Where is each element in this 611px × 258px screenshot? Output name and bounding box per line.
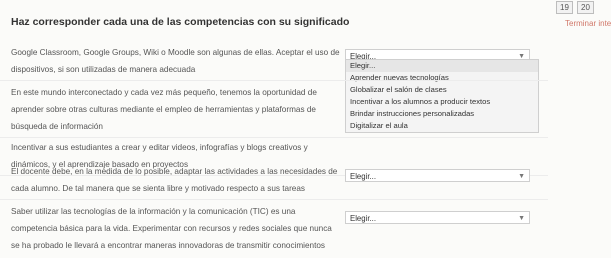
row-1-text-line-1: Google Classroom, Google Groups, Wiki o … xyxy=(11,48,340,57)
row-5-select[interactable]: Elegir... ▼ xyxy=(345,211,530,224)
row-1-text-line-2: dispositivos, si son utilizadas de maner… xyxy=(11,65,196,74)
page-number-20[interactable]: 20 xyxy=(577,1,594,14)
row-5-text-line-1: Saber utilizar las tecnologías de la inf… xyxy=(11,207,296,216)
finish-attempt-link[interactable]: Terminar intent xyxy=(565,19,611,28)
row-divider xyxy=(0,137,548,138)
page-number-19[interactable]: 19 xyxy=(556,1,573,14)
dropdown-option-6[interactable]: Digitalizar el aula xyxy=(346,120,538,132)
row-5-text-line-2: competencia básica para la vida. Experim… xyxy=(11,224,332,233)
row-3-text-line-1: Incentivar a sus estudiantes a crear y e… xyxy=(11,143,308,152)
question-title: Haz corresponder cada una de las compete… xyxy=(11,16,350,28)
match-row-2: En este mundo interconectado y cada vez … xyxy=(11,84,351,135)
row-1-select-dropdown: Elegir... Aprender nuevas tecnologías Gl… xyxy=(345,59,539,133)
match-row-1: Google Classroom, Google Groups, Wiki o … xyxy=(11,44,351,78)
row-divider xyxy=(0,80,548,81)
dropdown-option-4[interactable]: Incentivar a los alumnos a producir text… xyxy=(346,96,538,108)
row-2-text-line-3: búsqueda de información xyxy=(11,122,103,131)
dropdown-option-2[interactable]: Aprender nuevas tecnologías xyxy=(346,72,538,84)
dropdown-option-5[interactable]: Brindar instrucciones personalizadas xyxy=(346,108,538,120)
match-row-4: El docente debe, en la medida de lo posi… xyxy=(11,163,351,197)
chevron-down-icon: ▼ xyxy=(518,173,525,180)
row-4-text-line-1: El docente debe, en la medida de lo posi… xyxy=(11,167,338,176)
chevron-down-icon: ▼ xyxy=(518,215,525,222)
row-2-text-line-1: En este mundo interconectado y cada vez … xyxy=(11,88,317,97)
row-5-select-value: Elegir... xyxy=(350,214,377,223)
row-divider xyxy=(0,199,548,200)
row-5-text-line-3: se ha probado le llevará a encontrar man… xyxy=(11,241,326,250)
row-4-text-line-2: cada alumno. De tal manera que se sienta… xyxy=(11,184,305,193)
row-2-text-line-2: aprender sobre otras culturas mediante e… xyxy=(11,105,316,114)
row-4-select[interactable]: Elegir... ▼ xyxy=(345,169,530,182)
match-row-5: Saber utilizar las tecnologías de la inf… xyxy=(11,203,351,254)
dropdown-option-3[interactable]: Globalizar el salón de clases xyxy=(346,84,538,96)
row-4-select-value: Elegir... xyxy=(350,172,377,181)
dropdown-option-1[interactable]: Elegir... xyxy=(346,60,538,72)
page-navigation: 19 20 xyxy=(556,1,594,14)
